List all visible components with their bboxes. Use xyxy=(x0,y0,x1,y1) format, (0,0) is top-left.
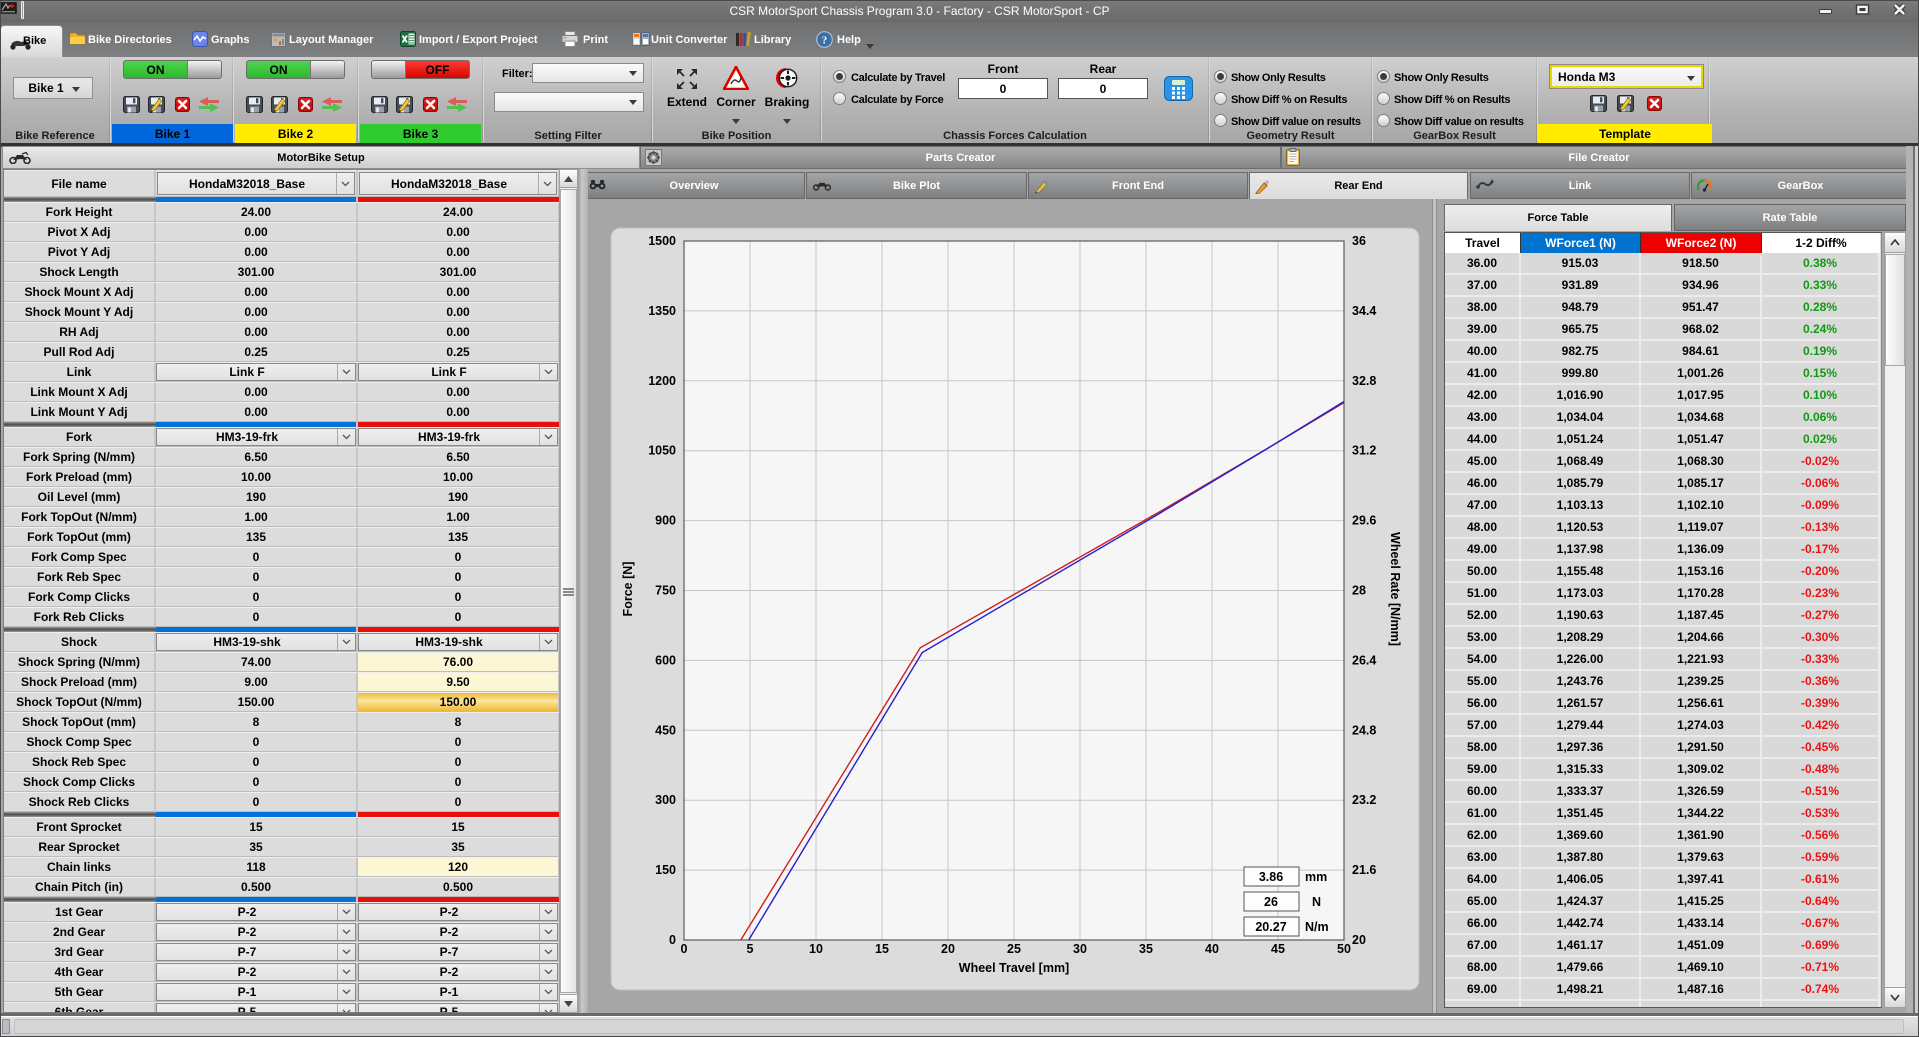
svg-text:750: 750 xyxy=(655,584,676,598)
svg-text:3.86: 3.86 xyxy=(1259,870,1283,884)
svg-text:450: 450 xyxy=(655,723,676,737)
svg-text:26: 26 xyxy=(1264,895,1278,909)
svg-text:23.2: 23.2 xyxy=(1352,793,1376,807)
svg-text:31.2: 31.2 xyxy=(1352,444,1376,458)
svg-text:25: 25 xyxy=(1007,942,1021,956)
svg-text:24.8: 24.8 xyxy=(1352,723,1376,737)
svg-text:Wheel Rate [N/mm]: Wheel Rate [N/mm] xyxy=(1388,532,1402,646)
svg-text:900: 900 xyxy=(655,514,676,528)
svg-text:35: 35 xyxy=(1139,942,1153,956)
svg-text:600: 600 xyxy=(655,653,676,667)
svg-text:50: 50 xyxy=(1337,942,1351,956)
svg-text:29.6: 29.6 xyxy=(1352,514,1376,528)
svg-text:21.6: 21.6 xyxy=(1352,863,1376,877)
svg-text:32.8: 32.8 xyxy=(1352,374,1376,388)
svg-text:1350: 1350 xyxy=(648,304,676,318)
svg-text:mm: mm xyxy=(1305,870,1327,884)
svg-text:5: 5 xyxy=(747,942,754,956)
svg-text:10: 10 xyxy=(809,942,823,956)
svg-text:150: 150 xyxy=(655,863,676,877)
svg-text:N: N xyxy=(1312,895,1321,909)
svg-text:1200: 1200 xyxy=(648,374,676,388)
svg-text:40: 40 xyxy=(1205,942,1219,956)
svg-text:1500: 1500 xyxy=(648,234,676,248)
svg-text:28: 28 xyxy=(1352,584,1366,598)
svg-text:Wheel Travel [mm]: Wheel Travel [mm] xyxy=(959,961,1069,975)
svg-text:34.4: 34.4 xyxy=(1352,304,1376,318)
svg-text:15: 15 xyxy=(875,942,889,956)
svg-text:45: 45 xyxy=(1271,942,1285,956)
svg-text:20: 20 xyxy=(941,942,955,956)
svg-text:30: 30 xyxy=(1073,942,1087,956)
svg-text:300: 300 xyxy=(655,793,676,807)
svg-text:Force [N]: Force [N] xyxy=(621,562,635,617)
svg-text:0: 0 xyxy=(681,942,688,956)
svg-text:1050: 1050 xyxy=(648,444,676,458)
svg-text:0: 0 xyxy=(669,933,676,947)
svg-text:20: 20 xyxy=(1352,933,1366,947)
svg-text:36: 36 xyxy=(1352,234,1366,248)
svg-text:?: ? xyxy=(822,35,828,47)
svg-text:26.4: 26.4 xyxy=(1352,653,1376,667)
svg-text:20.27: 20.27 xyxy=(1255,920,1286,934)
svg-text:N/m: N/m xyxy=(1305,920,1329,934)
